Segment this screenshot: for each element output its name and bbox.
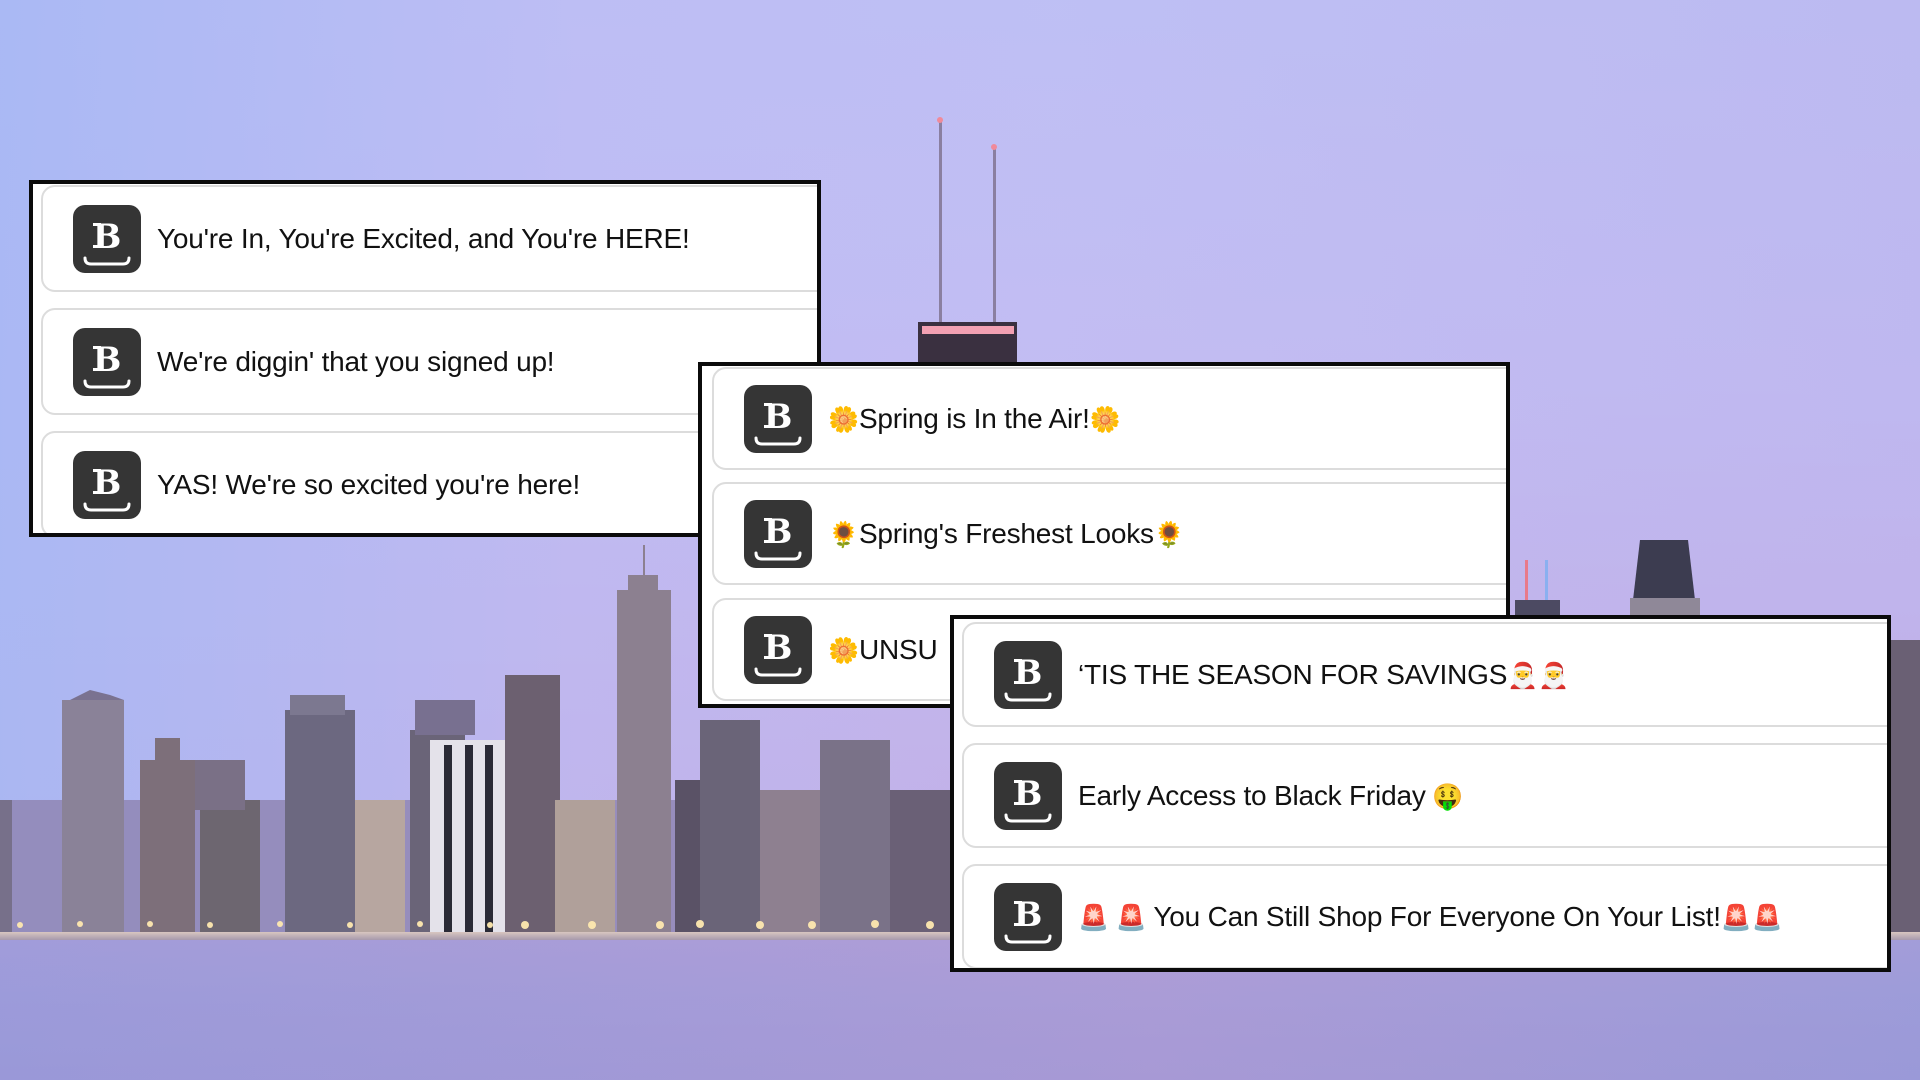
email-subject-line: We're diggin' that you signed up!	[157, 345, 555, 378]
email-subject-line: 🌻Spring's Freshest Looks🌻	[828, 518, 1185, 550]
brand-b-logo-icon	[744, 499, 812, 568]
subject-text: ‘TIS THE SEASON FOR SAVINGS	[1078, 658, 1508, 690]
brand-b-logo-icon	[994, 882, 1062, 951]
sunflower-emoji: 🌻	[828, 520, 859, 549]
subject-text: Spring's Freshest Looks	[858, 517, 1154, 549]
email-subject-line: ‘TIS THE SEASON FOR SAVINGS🎅🎅	[1078, 659, 1569, 691]
subject-text: YAS! We're so excited you're here!	[157, 468, 581, 500]
subject-text: Spring is In the Air!	[858, 402, 1090, 434]
email-subject-line: YAS! We're so excited you're here!	[157, 469, 580, 501]
email-subject-card[interactable]: Early Access to Black Friday 🤑	[962, 743, 1887, 848]
email-subject-line: 🌼Spring is In the Air!🌼	[828, 403, 1121, 435]
email-subject-line: You're In, You're Excited, and You're HE…	[157, 223, 690, 255]
sunflower-emoji: 🌻	[1153, 520, 1185, 549]
email-subject-card[interactable]: 🚨 🚨 You Can Still Shop For Everyone On Y…	[962, 864, 1887, 968]
email-subject-card[interactable]: 🌼Spring is In the Air!🌼	[712, 367, 1506, 470]
brand-b-logo-icon	[994, 761, 1062, 830]
email-subject-line: 🚨 🚨 You Can Still Shop For Everyone On Y…	[1078, 901, 1783, 933]
siren-emoji: 🚨🚨	[1720, 903, 1783, 932]
blossom-emoji: 🌼	[1089, 405, 1121, 434]
santa-emoji: 🎅🎅	[1507, 661, 1570, 690]
blossom-emoji: 🌼	[828, 405, 859, 434]
brand-b-logo-icon	[73, 204, 141, 273]
brand-b-logo-icon	[994, 640, 1062, 709]
brand-b-logo-icon	[73, 327, 141, 396]
email-subject-card[interactable]: ‘TIS THE SEASON FOR SAVINGS🎅🎅	[962, 622, 1887, 727]
subject-text: You Can Still Shop For Everyone On Your …	[1153, 900, 1721, 932]
hancock-tower	[918, 117, 1017, 382]
email-subject-line: Early Access to Black Friday 🤑	[1078, 779, 1464, 812]
brand-b-logo-icon	[73, 450, 141, 519]
money-mouth-emoji: 🤑	[1425, 782, 1464, 811]
subject-text: Early Access to Black Friday	[1078, 779, 1426, 811]
subject-text: We're diggin' that you signed up!	[157, 345, 555, 377]
brand-b-logo-icon	[744, 615, 812, 684]
blossom-emoji: 🌼	[828, 636, 859, 665]
email-subject-card[interactable]: You're In, You're Excited, and You're HE…	[41, 185, 817, 292]
siren-emoji: 🚨 🚨	[1078, 903, 1154, 932]
email-subject-card[interactable]: 🌻Spring's Freshest Looks🌻	[712, 482, 1506, 585]
email-subject-line: 🌼UNSU	[828, 633, 938, 666]
subject-text: UNSU	[858, 633, 938, 665]
brand-b-logo-icon	[744, 384, 812, 453]
email-panel-holiday: ‘TIS THE SEASON FOR SAVINGS🎅🎅 Early Acce…	[950, 615, 1891, 972]
subject-text: You're In, You're Excited, and You're HE…	[157, 222, 690, 254]
